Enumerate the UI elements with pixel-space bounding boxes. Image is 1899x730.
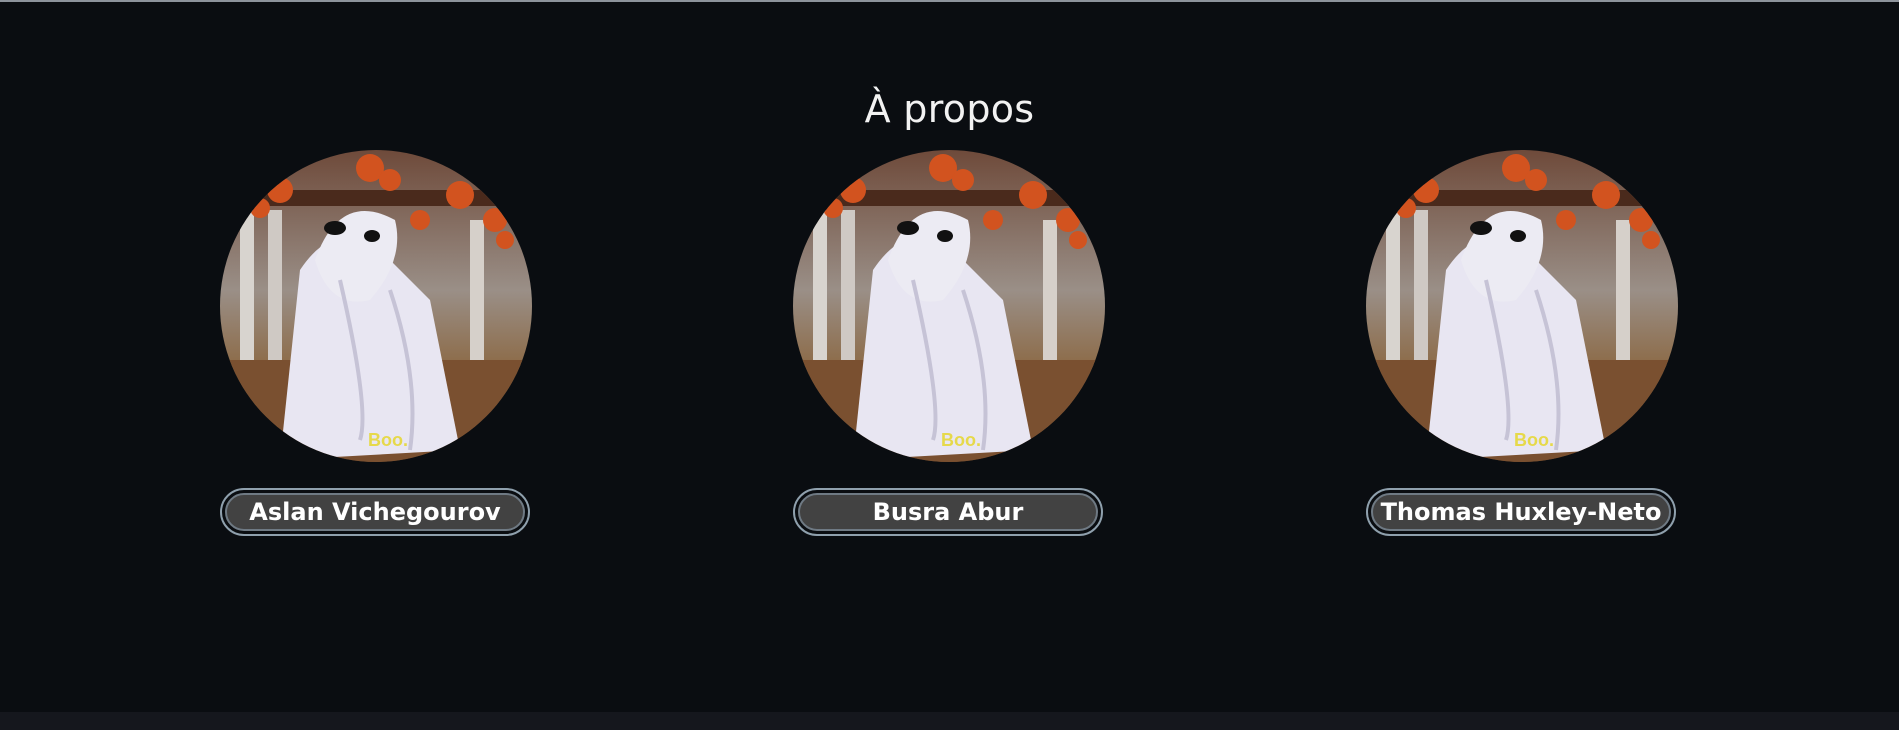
member-card: Boo. Thomas Huxley-Neto — [1366, 150, 1680, 536]
member-avatar: Boo. — [220, 150, 532, 462]
member-name-button[interactable]: Busra Abur — [793, 488, 1103, 536]
member-name: Thomas Huxley-Neto — [1371, 493, 1671, 531]
member-name: Busra Abur — [798, 493, 1098, 531]
member-name: Aslan Vichegourov — [225, 493, 525, 531]
svg-text:Boo.: Boo. — [368, 430, 408, 450]
member-name-button[interactable]: Thomas Huxley-Neto — [1366, 488, 1676, 536]
member-name-button[interactable]: Aslan Vichegourov — [220, 488, 530, 536]
svg-text:Boo.: Boo. — [1514, 430, 1554, 450]
footer-bar — [0, 712, 1899, 730]
top-divider — [0, 0, 1899, 2]
member-card: Boo. Busra Abur — [793, 150, 1107, 536]
page-title: À propos — [864, 87, 1035, 132]
member-avatar: Boo. — [1366, 150, 1678, 462]
member-avatar: Boo. — [793, 150, 1105, 462]
member-card: Boo. Aslan Vichegourov — [220, 150, 534, 536]
about-page: À propos Boo. Aslan Vichegourov Boo. Bus… — [0, 0, 1899, 730]
svg-text:Boo.: Boo. — [941, 430, 981, 450]
